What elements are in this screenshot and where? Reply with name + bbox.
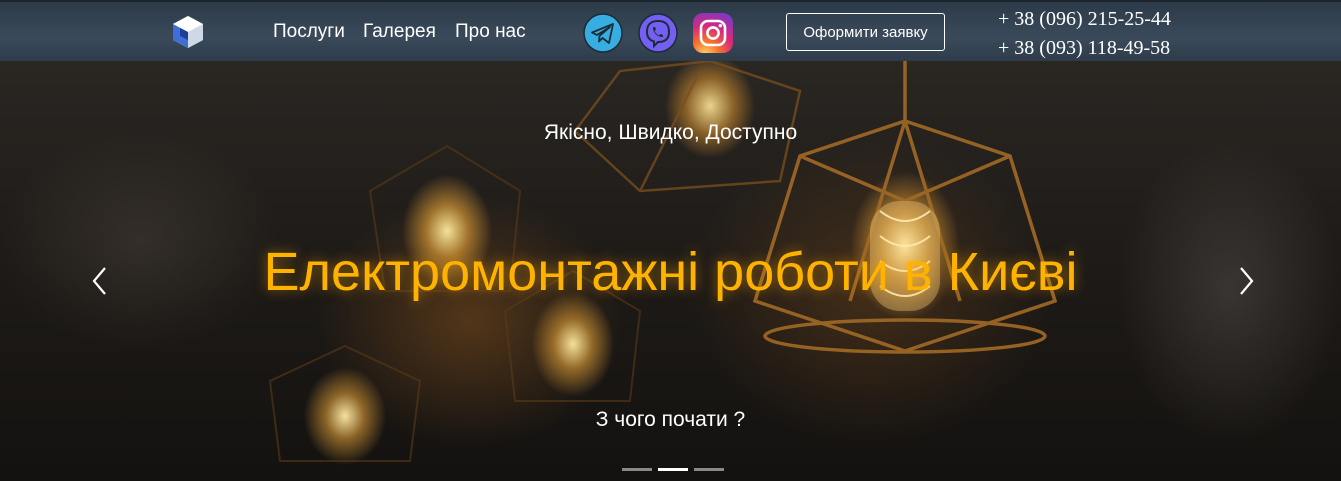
- carousel-indicator-1[interactable]: [622, 468, 652, 471]
- telegram-icon[interactable]: [583, 13, 623, 53]
- carousel-indicator-2[interactable]: [658, 468, 688, 471]
- phone-number-1[interactable]: + 38 (096) 215-25-44: [998, 8, 1171, 31]
- top-navbar: Послуги Галерея Про нас Оформити заявку …: [0, 0, 1341, 61]
- carousel-indicator-3[interactable]: [694, 468, 724, 471]
- phone-number-2[interactable]: + 38 (093) 118-49-58: [998, 37, 1170, 60]
- nav-link-services[interactable]: Послуги: [273, 21, 345, 43]
- instagram-icon[interactable]: [693, 13, 733, 53]
- nav-link-gallery[interactable]: Галерея: [363, 21, 436, 43]
- hero-carousel: Якісно, Швидко, Доступно Електромонтажні…: [0, 61, 1341, 481]
- carousel-indicators: [622, 468, 724, 471]
- order-request-button[interactable]: Оформити заявку: [786, 13, 945, 51]
- nav-link-about[interactable]: Про нас: [455, 21, 526, 43]
- carousel-prev-arrow-icon[interactable]: [88, 264, 112, 298]
- viber-icon[interactable]: [638, 13, 678, 53]
- hero-tagline: Якісно, Швидко, Доступно: [543, 121, 798, 144]
- carousel-next-arrow-icon[interactable]: [1234, 264, 1258, 298]
- hero-cta-link[interactable]: З чого почати ?: [0, 408, 1341, 432]
- hero-headline: Електромонтажні роботи в Києві: [263, 242, 1078, 302]
- logo-icon[interactable]: [170, 14, 206, 50]
